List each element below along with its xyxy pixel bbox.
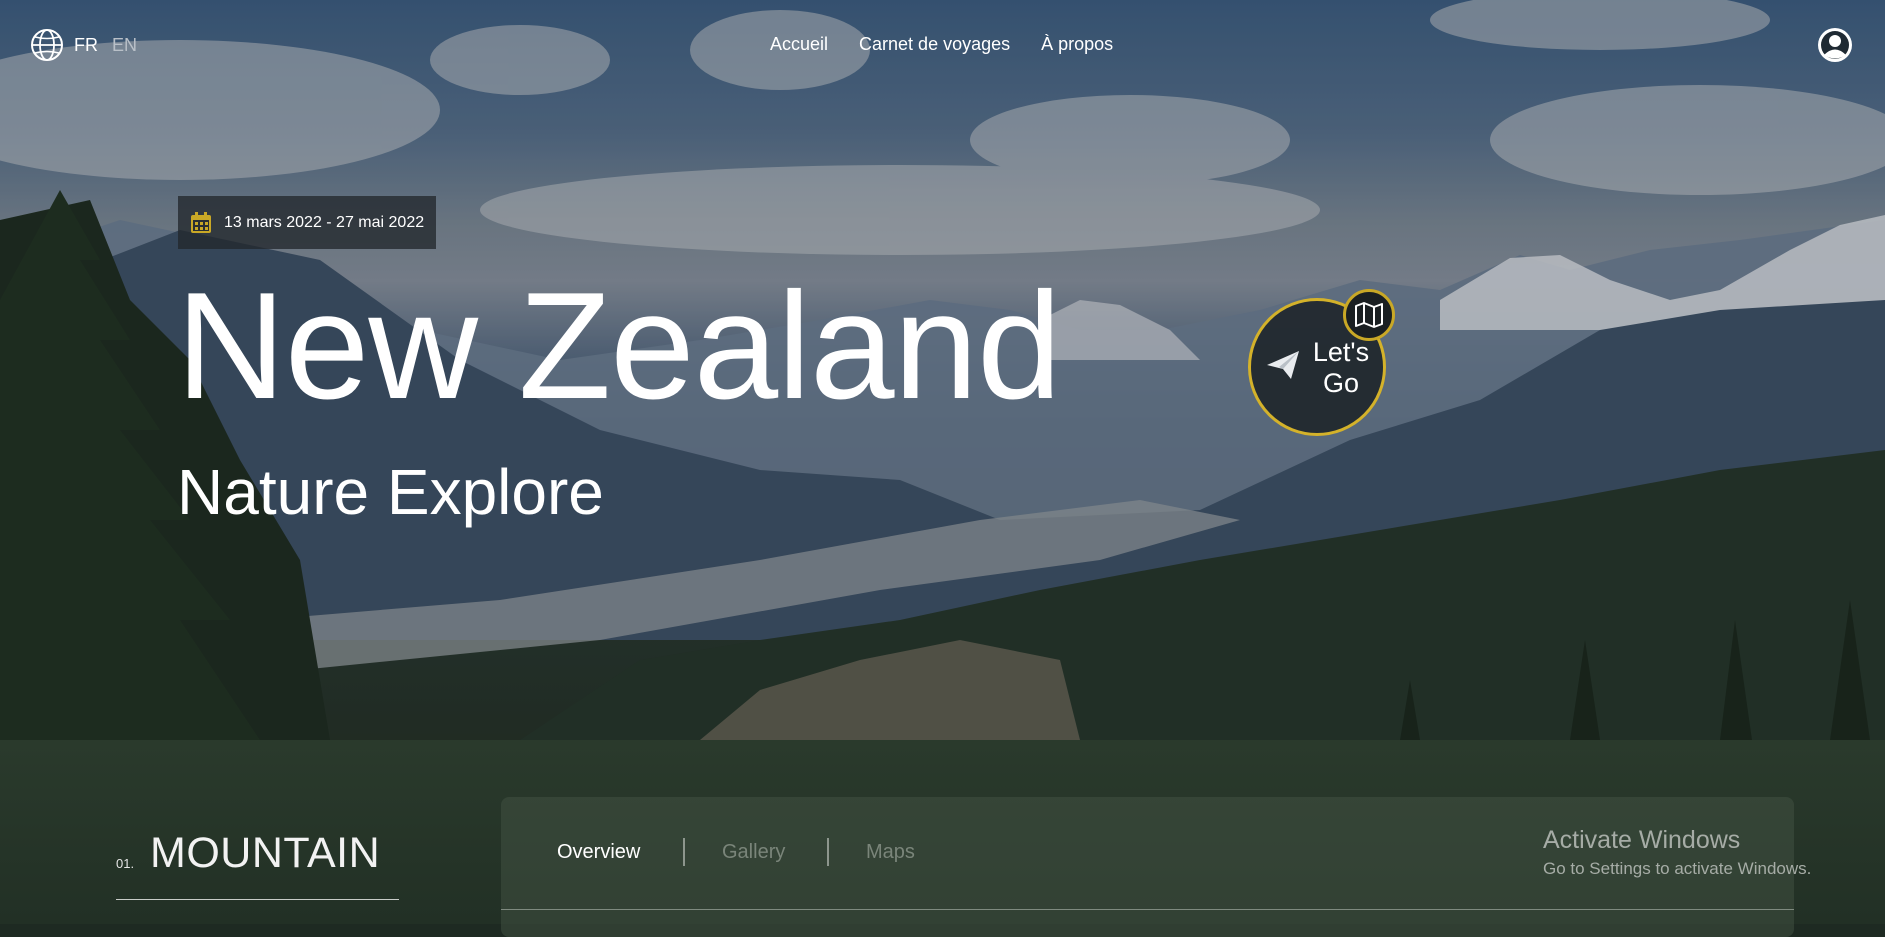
user-circle-icon[interactable]	[1816, 26, 1854, 64]
tabs-underline	[501, 909, 1794, 910]
language-fr[interactable]: FR	[74, 35, 98, 56]
nav-carnet-de-voyages[interactable]: Carnet de voyages	[859, 34, 1010, 55]
nav-accueil[interactable]: Accueil	[770, 34, 828, 55]
date-range-text: 13 mars 2022 - 27 mai 2022	[224, 213, 425, 231]
paper-plane-icon	[1267, 351, 1299, 379]
tab-divider	[683, 838, 685, 866]
date-range-badge: 13 mars 2022 - 27 mai 2022	[178, 196, 436, 249]
hero-subtitle: Nature Explore	[177, 456, 604, 528]
lets-go-label: Let's Go	[1312, 337, 1370, 398]
tab-gallery[interactable]: Gallery	[722, 841, 785, 864]
globe-icon[interactable]	[30, 28, 64, 62]
folded-map-icon	[1355, 302, 1383, 328]
nav-a-propos[interactable]: À propos	[1041, 34, 1113, 55]
section-divider	[116, 899, 399, 900]
language-switcher: FR EN	[30, 28, 137, 62]
section-title: MOUNTAIN	[150, 829, 381, 877]
main-nav: Accueil Carnet de voyages À propos	[770, 34, 1113, 55]
windows-activation-watermark: Activate Windows Go to Settings to activ…	[1543, 826, 1811, 879]
language-en[interactable]: EN	[112, 35, 137, 56]
tab-maps[interactable]: Maps	[866, 841, 915, 864]
watermark-title: Activate Windows	[1543, 826, 1741, 854]
calendar-icon	[191, 211, 211, 233]
map-button[interactable]	[1343, 289, 1395, 341]
top-navigation: FR EN Accueil Carnet de voyages À propos	[0, 0, 1885, 90]
section-number: 01.	[116, 856, 135, 871]
tab-overview[interactable]: Overview	[557, 841, 640, 864]
watermark-subtitle: Go to Settings to activate Windows.	[1543, 859, 1812, 878]
tab-divider	[827, 838, 829, 866]
hero-title: New Zealand	[176, 261, 1062, 431]
